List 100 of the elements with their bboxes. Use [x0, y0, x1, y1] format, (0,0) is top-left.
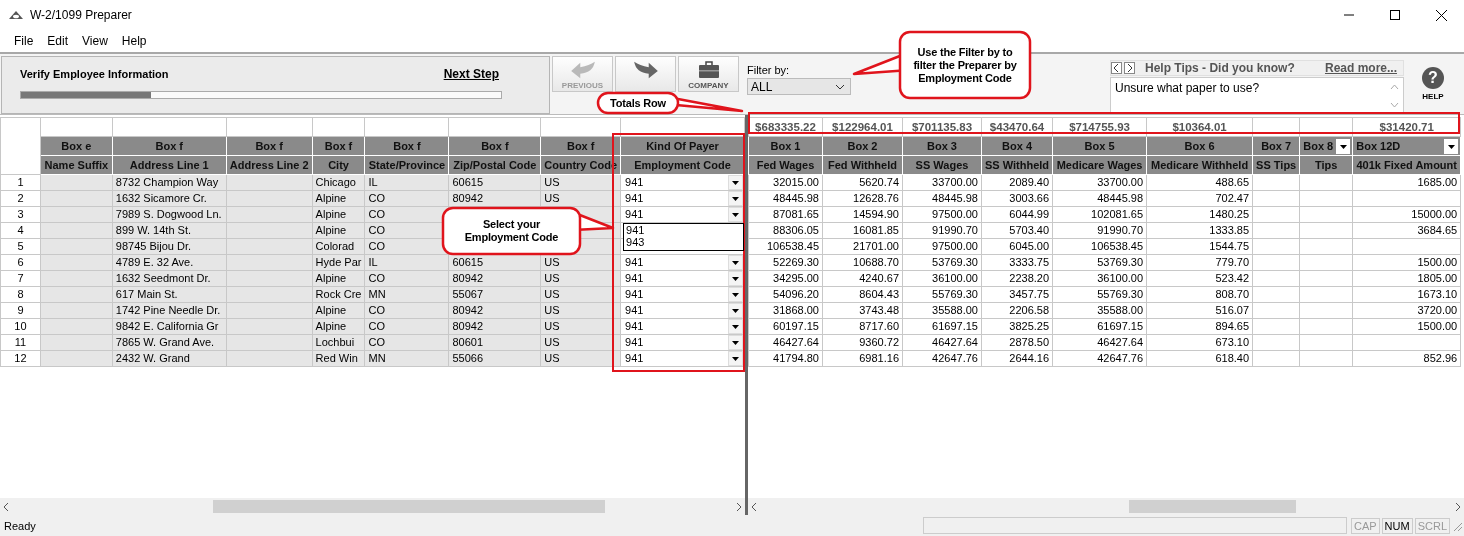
- table-cell: 1500.00: [1352, 254, 1461, 271]
- employment-code-dropdown[interactable]: 941: [621, 335, 744, 350]
- table-cell: 2206.58: [981, 302, 1053, 319]
- table-cell: 516.07: [1146, 302, 1253, 319]
- employment-code-dropdown[interactable]: 941: [621, 175, 744, 190]
- horizontal-scrollbar[interactable]: [748, 498, 1464, 515]
- table-cell: 3825.25: [981, 318, 1053, 335]
- scroll-right-icon: [736, 502, 741, 511]
- table-cell: 35588.00: [1052, 302, 1147, 319]
- table-cell: 523.42: [1146, 270, 1253, 287]
- table-cell: 488.65: [1146, 174, 1253, 191]
- table-cell: 15000.00: [1352, 206, 1461, 223]
- table-cell: 9360.72: [822, 334, 903, 351]
- key-indicator: SCRL: [1414, 517, 1450, 534]
- next-tip-button[interactable]: [1124, 62, 1135, 74]
- company-button[interactable]: COMPANY: [678, 56, 739, 92]
- callout-text: Use the Filter by to filter the Preparer by Employment Code: [912, 45, 1018, 85]
- total-value: $43470.64: [981, 117, 1053, 137]
- employment-code-dropdown[interactable]: 941: [621, 303, 744, 318]
- table-cell: 36100.00: [1052, 270, 1147, 287]
- table-cell: 106538.45: [748, 238, 823, 255]
- table-cell: 60197.15: [748, 318, 823, 335]
- menu-item[interactable]: File: [7, 34, 41, 48]
- table-cell: 702.47: [1146, 190, 1253, 207]
- employment-code-dropdown[interactable]: 941: [621, 287, 744, 302]
- table-cell: 35588.00: [902, 302, 982, 319]
- employment-code-dropdown[interactable]: 941: [621, 351, 744, 366]
- table-cell: 46427.64: [902, 334, 982, 351]
- total-value: $31420.71: [1352, 117, 1461, 137]
- table-cell: 3720.00: [1352, 302, 1461, 319]
- close-icon: [1435, 9, 1447, 21]
- table-cell: 3333.75: [981, 254, 1053, 271]
- column-group-header: Box 5: [1084, 139, 1115, 152]
- column-menu-button[interactable]: [1336, 139, 1351, 154]
- help-button[interactable]: ? HELP: [1410, 54, 1456, 114]
- status-text: Ready: [4, 519, 36, 532]
- chevron-down-icon: [835, 83, 845, 90]
- table-cell: 41794.80: [748, 350, 823, 367]
- column-group-header: Box 7: [1261, 139, 1292, 152]
- table-cell: 54096.20: [748, 286, 823, 303]
- horizontal-scrollbar[interactable]: [0, 498, 745, 515]
- key-indicator: CAP: [1350, 517, 1380, 534]
- table-cell: 1333.85: [1146, 222, 1253, 239]
- table-cell: 106538.45: [1052, 238, 1147, 255]
- table-cell: 91990.70: [1052, 222, 1147, 239]
- table-cell: 6981.16: [822, 350, 903, 367]
- column-menu-button[interactable]: [1444, 139, 1459, 154]
- column-group-header: Box 6: [1184, 139, 1215, 152]
- table-cell: 618.40: [1146, 350, 1253, 367]
- caret-icon: [1447, 144, 1455, 149]
- table-cell: 3457.75: [981, 286, 1053, 303]
- table-cell: 5620.74: [822, 174, 903, 191]
- column-group-header: Box 1: [770, 139, 801, 152]
- caret-icon: [1339, 144, 1347, 149]
- step-title: Verify Employee Information: [20, 68, 169, 80]
- maximize-icon: [1390, 10, 1400, 20]
- table-cell: 61697.15: [902, 318, 982, 335]
- table-cell: 61697.15: [1052, 318, 1147, 335]
- table-cell: 2878.50: [981, 334, 1053, 351]
- table-cell: 97500.00: [902, 238, 982, 255]
- column-group-header: Box 2: [847, 139, 878, 152]
- next-step-link[interactable]: Next Step: [443, 67, 499, 81]
- callout-text: Select your Employment Code: [463, 218, 560, 244]
- table-cell: 1673.10: [1352, 286, 1461, 303]
- callout-text: Totals Row: [610, 96, 666, 110]
- table-cell: 53769.30: [1052, 254, 1147, 271]
- previous-tip-button[interactable]: [1111, 62, 1122, 74]
- menu-item[interactable]: View: [75, 34, 115, 48]
- table-cell: 8717.60: [822, 318, 903, 335]
- column-group-header: Box 8: [1303, 139, 1334, 152]
- next-button[interactable]: [615, 56, 676, 92]
- table-cell: 14594.90: [822, 206, 903, 223]
- employment-code-dropdown[interactable]: 941: [621, 319, 744, 334]
- read-more-link[interactable]: Read more...: [1324, 61, 1397, 75]
- scroll-left-icon: [4, 502, 9, 511]
- table-cell: 48445.98: [1052, 190, 1147, 207]
- employment-code-dropdown[interactable]: 941: [621, 207, 744, 222]
- table-cell: 32015.00: [748, 174, 823, 191]
- menu-item[interactable]: Edit: [40, 34, 76, 48]
- table-cell: 91990.70: [902, 222, 982, 239]
- total-value: $10364.01: [1146, 117, 1253, 137]
- employment-code-dropdown[interactable]: 941: [621, 191, 744, 206]
- table-cell: 10688.70: [822, 254, 903, 271]
- table-cell: 2089.40: [981, 174, 1053, 191]
- menu-item[interactable]: Help: [114, 34, 154, 48]
- filter-dropdown[interactable]: ALL: [747, 78, 851, 95]
- window-title: W-2/1099 Preparer: [30, 8, 132, 22]
- table-cell: 31868.00: [748, 302, 823, 319]
- table-cell: 852.96: [1352, 350, 1461, 367]
- filter-label: Filter by:: [747, 64, 791, 76]
- table-cell: 5703.40: [981, 222, 1053, 239]
- employment-code-dropdown[interactable]: 941: [621, 255, 744, 270]
- table-cell: 53769.30: [902, 254, 982, 271]
- table-cell: 6045.00: [981, 238, 1053, 255]
- table-cell: 46427.64: [1052, 334, 1147, 351]
- employment-code-dropdown[interactable]: 941: [621, 271, 744, 286]
- table-cell: 88306.05: [748, 222, 823, 239]
- help-tips-title: Help Tips - Did you know?: [1145, 61, 1295, 75]
- table-cell: 33700.00: [902, 174, 982, 191]
- table-cell: 1685.00: [1352, 174, 1461, 191]
